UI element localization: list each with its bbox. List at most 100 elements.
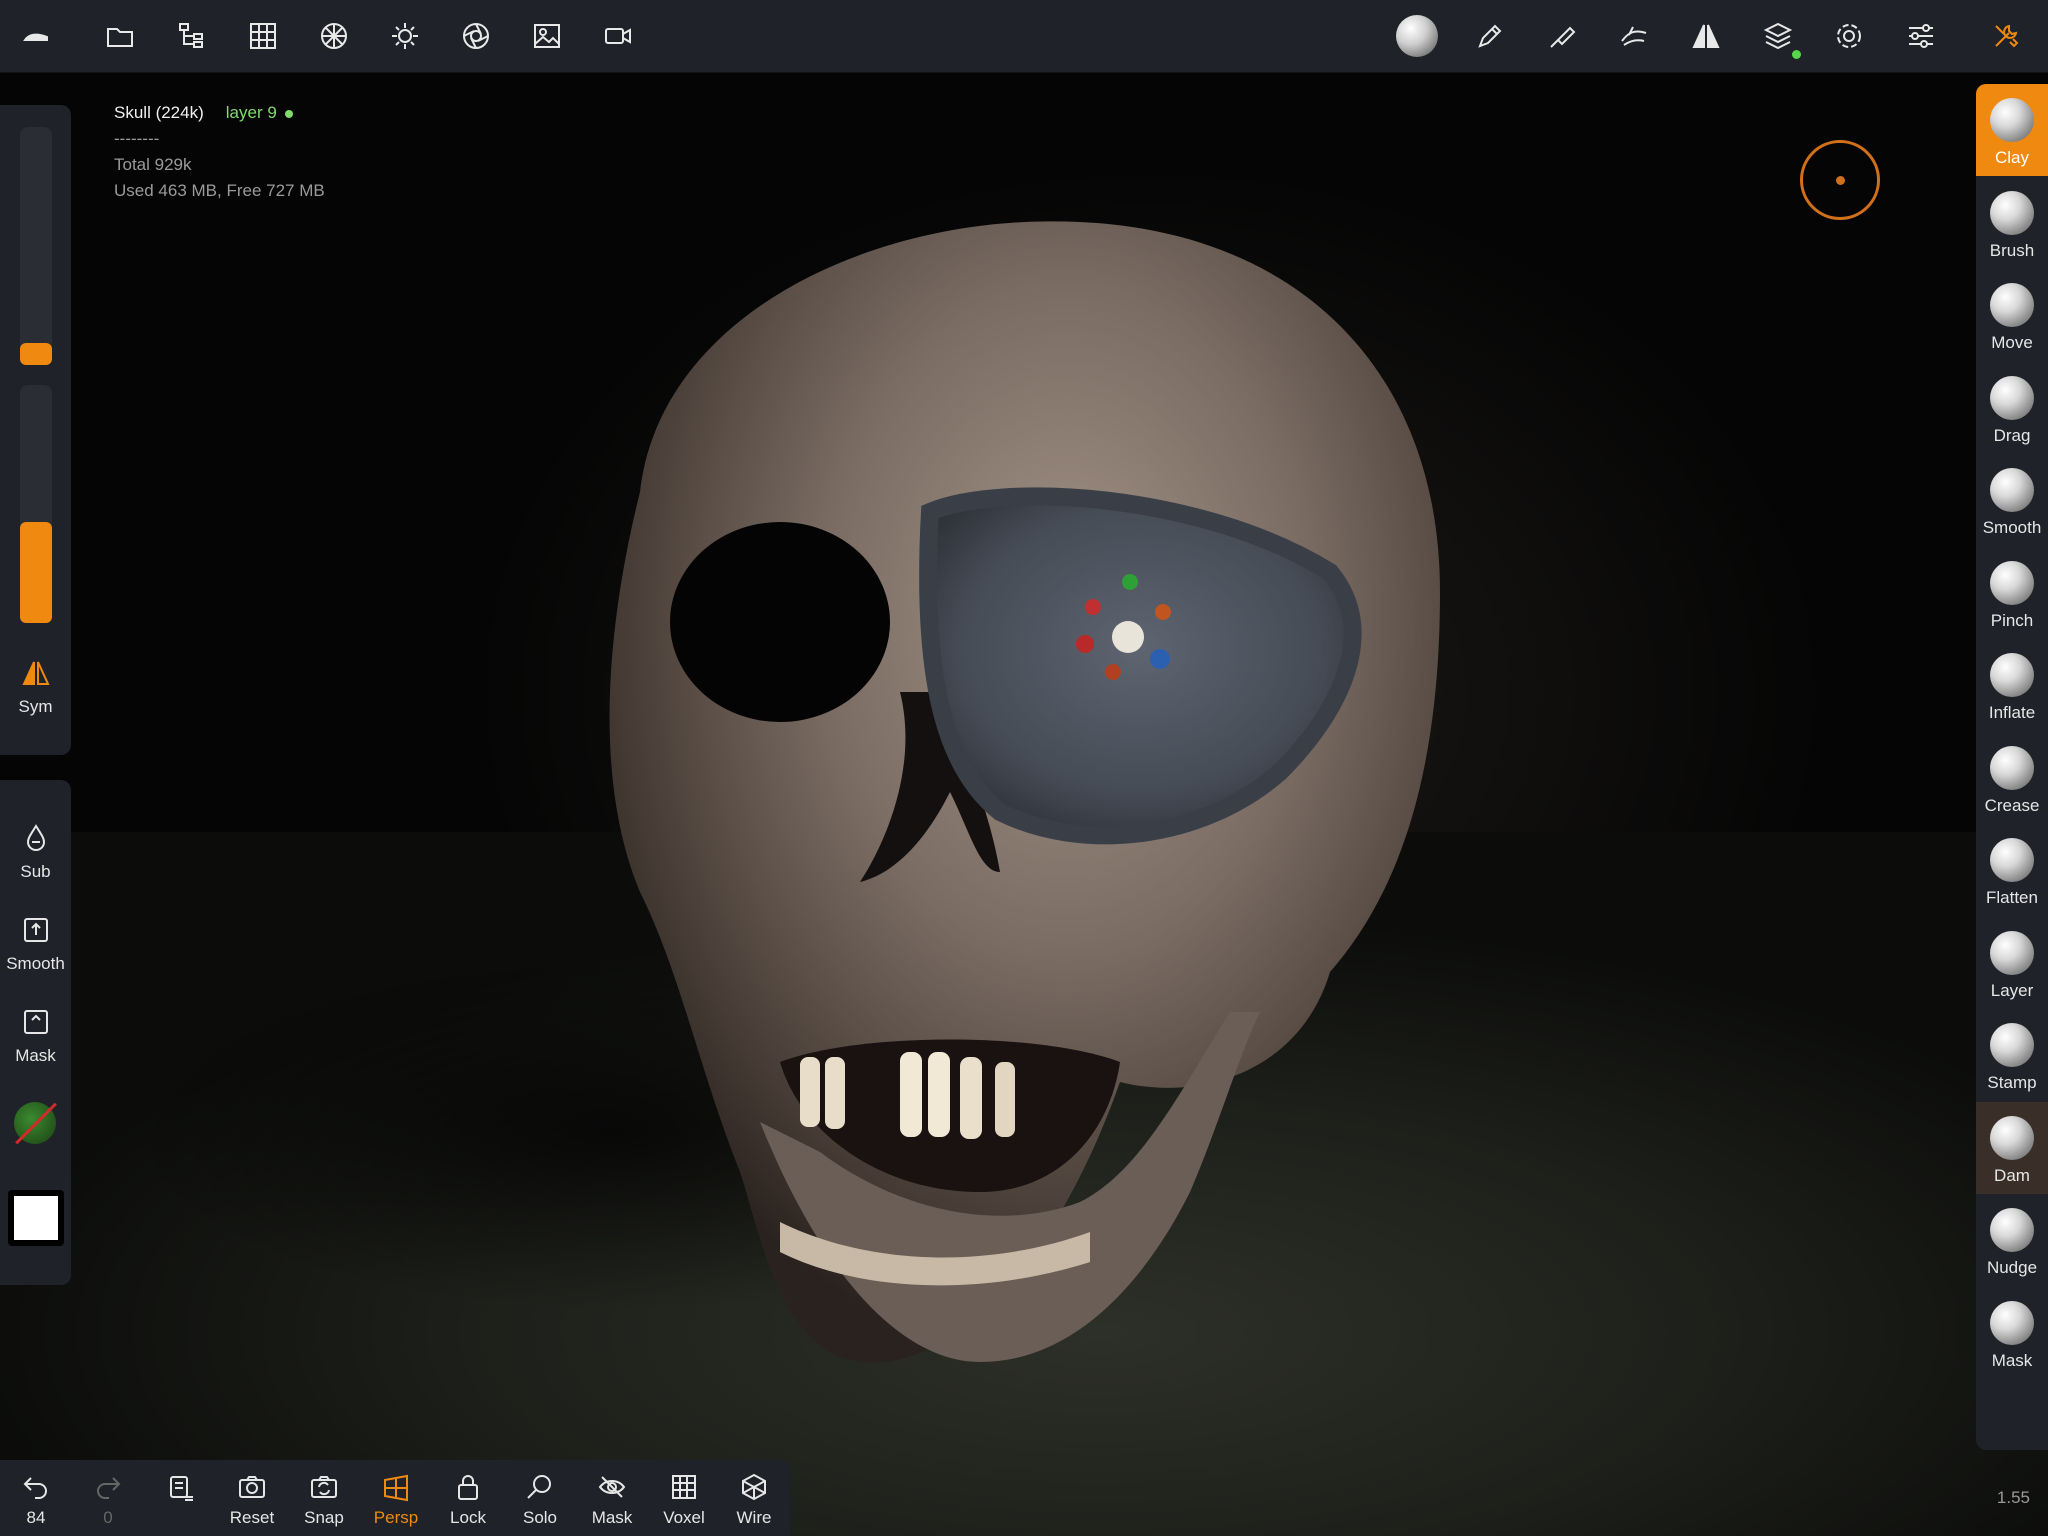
scene-tree-icon[interactable] [170,14,214,58]
settings-gear-icon[interactable] [1827,14,1871,58]
smooth-box-icon [23,918,48,942]
brush-sphere-icon [1990,560,2034,605]
radius-slider-thumb[interactable] [20,343,52,366]
brush-cursor [1800,140,1880,220]
brush-label: Inflate [1988,703,2036,722]
brush-inflate[interactable]: Inflate [1976,639,2048,731]
smooth-label: Smooth [6,954,65,973]
mask-label: Mask [15,1046,56,1065]
mask-toggle-label: Mask [591,1508,633,1527]
brush-stamp[interactable]: Stamp [1976,1009,2048,1101]
snap-label: Snap [304,1508,344,1527]
history-menu-button[interactable] [146,1470,214,1508]
voxel-label: Voxel [663,1508,705,1527]
hand-gesture-icon[interactable] [1612,14,1656,58]
symmetry-icon[interactable] [1684,14,1728,58]
bottom-toolbar: 84 0 Reset Snap Persp Lock Solo Mask Vox… [0,1460,790,1536]
active-brush-sphere-icon[interactable] [1395,14,1439,58]
brush-clay[interactable]: Clay [1976,84,2048,176]
brush-label: Mask [1991,1350,2033,1370]
camera-reset-icon [239,1476,265,1498]
mesh-name: Skull (224k) [114,103,204,122]
history-icon [170,1476,193,1501]
brush-mask[interactable]: Mask [1976,1287,2048,1379]
persp-label: Persp [373,1508,419,1527]
radius-slider[interactable] [20,127,52,365]
lock-label: Lock [450,1508,486,1527]
undo-count: 84 [26,1508,46,1527]
3d-viewport[interactable] [0,72,2048,1536]
brush-sphere-icon [1990,1115,2034,1160]
skull-model[interactable] [0,72,2048,1536]
tool-settings-sliders-icon[interactable] [1899,14,1943,58]
mask-visibility-toggle[interactable]: Mask [578,1470,646,1528]
brush-label: Stamp [1987,1073,2037,1092]
memory-usage: Used 463 MB, Free 727 MB [114,181,325,200]
redo-button[interactable]: 0 [74,1470,142,1528]
layer-name[interactable]: layer 9 [226,103,277,122]
brush-smooth[interactable]: Smooth [1976,454,2048,546]
perspective-toggle[interactable]: Persp [362,1470,430,1528]
solo-toggle[interactable]: Solo [506,1470,574,1528]
paint-pencil-icon[interactable] [1468,14,1512,58]
left-tool-panel: Sub Smooth Mask [0,780,71,1285]
brush-drag[interactable]: Drag [1976,362,2048,454]
topology-grid-icon[interactable] [241,14,285,58]
color-swatch[interactable] [8,1190,64,1246]
background-image-icon[interactable] [525,14,569,58]
material-disabled-icon[interactable] [10,1098,60,1148]
voxel-toggle[interactable]: Voxel [650,1470,718,1528]
brush-label: Brush [1989,240,2035,260]
brush-label: Drag [1993,425,2031,445]
mask-toggle[interactable]: Mask [0,1004,71,1066]
brush-move[interactable]: Move [1976,269,2048,361]
info-separator: -------- [114,129,160,148]
mask-box-icon [23,1010,48,1034]
redo-icon [97,1477,121,1499]
brush-sphere-icon [1990,838,2034,882]
files-folder-icon[interactable] [98,14,142,58]
brush-sphere-icon [1990,930,2034,975]
brush-sphere-icon [1990,468,2034,512]
magnifier-icon [527,1475,551,1499]
brush-dam[interactable]: Dam [1976,1101,2048,1194]
brush-label: Nudge [1986,1258,2038,1277]
layers-status-dot [1792,50,1801,59]
brush-pinch[interactable]: Pinch [1976,547,2048,639]
total-polycount: Total 929k [114,155,192,174]
lock-icon [458,1475,478,1500]
brush-sphere-icon [1990,745,2034,790]
sub-toggle[interactable]: Sub [0,820,71,882]
wire-label: Wire [736,1508,772,1527]
intensity-slider-fill[interactable] [20,521,52,623]
camera-snap-icon [311,1476,337,1498]
solo-label: Solo [522,1508,558,1527]
undo-button[interactable]: 84 [2,1470,70,1528]
material-sphere-icon[interactable] [312,14,356,58]
brush-flatten[interactable]: Flatten [1976,824,2048,916]
brush-label: Layer [1990,980,2034,1000]
brush-label: Dam [1994,1165,2030,1185]
lock-camera-toggle[interactable]: Lock [434,1470,502,1528]
lighting-sun-icon[interactable] [383,14,427,58]
wireframe-toggle[interactable]: Wire [720,1470,788,1528]
brush-crease[interactable]: Crease [1976,732,2048,824]
brush-sphere-icon [1990,98,2034,142]
camera-aperture-icon[interactable] [454,14,498,58]
video-record-icon[interactable] [596,14,640,58]
smooth-toggle[interactable]: Smooth [0,912,71,974]
app-logo-icon[interactable] [14,14,58,58]
sym-toggle[interactable]: Sym [0,655,71,717]
layers-icon[interactable] [1756,14,1801,59]
voxel-grid-icon [672,1475,696,1499]
brush-sphere-icon [1990,190,2034,235]
stroke-brush-icon[interactable] [1540,14,1584,58]
brush-brush[interactable]: Brush [1976,177,2048,269]
reset-camera-button[interactable]: Reset [218,1470,286,1528]
snap-camera-button[interactable]: Snap [290,1470,358,1528]
brush-layer[interactable]: Layer [1976,917,2048,1009]
brush-sphere-icon [1990,1208,2034,1252]
tools-wrench-icon[interactable] [1984,14,2028,58]
brush-nudge[interactable]: Nudge [1976,1194,2048,1286]
brush-label: Move [1991,333,2033,352]
